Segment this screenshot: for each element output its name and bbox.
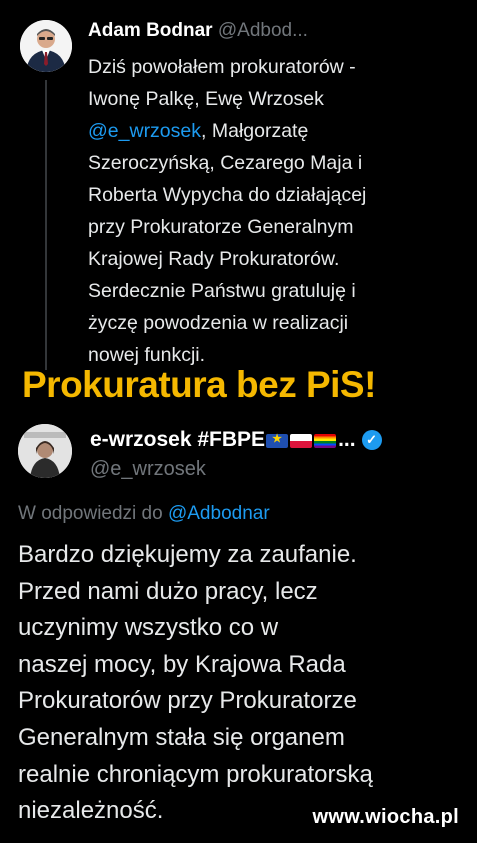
tweet2-author-name-row: e-wrzosek #FBPE... ✓	[90, 428, 382, 452]
flag-emojis	[266, 428, 338, 452]
thread-connector-line	[45, 80, 47, 370]
reply-context: W odpowiedzi do @Adbodnar	[18, 503, 270, 525]
headline-caption: Prokuratura bez PiS!	[22, 364, 376, 405]
tweet2-text: Bardzo dziękujemy za zaufanie. Przed nam…	[18, 541, 373, 825]
eu-flag-icon	[266, 432, 289, 448]
reply-mention-link[interactable]: @Adbodnar	[168, 503, 270, 524]
tweet1-text-part2: , Małgorzatę Szeroczyńską, Cezarego Maja…	[88, 120, 367, 366]
tweet1-header: Adam Bodnar @Adbod...	[88, 20, 308, 42]
rainbow-flag-icon	[314, 433, 337, 448]
verified-badge-icon: ✓	[361, 430, 382, 451]
e-wrzosek-avatar[interactable]	[18, 424, 72, 478]
tweet1-text: Dziś powołałem prokuratorów - Iwonę Palk…	[88, 51, 458, 371]
site-watermark: www.wiocha.pl	[312, 806, 459, 828]
adam-bodnar-avatar[interactable]	[20, 20, 72, 72]
reply-prefix: W odpowiedzi do	[18, 503, 168, 524]
tweet2-name-ellipsis: ...	[338, 428, 356, 451]
poland-flag-icon	[290, 433, 313, 448]
tweet2-author-handle[interactable]: @e_wrzosek	[90, 458, 206, 481]
tweet2-author-name[interactable]: e-wrzosek #FBPE	[90, 428, 265, 451]
tweet1-text-part1: Dziś powołałem prokuratorów - Iwonę Palk…	[88, 56, 356, 110]
tweet1-author-name[interactable]: Adam Bodnar	[88, 20, 213, 41]
tweet1-author-handle[interactable]: @Adbod...	[218, 20, 308, 41]
tweet1-mention-link[interactable]: @e_wrzosek	[88, 120, 201, 142]
